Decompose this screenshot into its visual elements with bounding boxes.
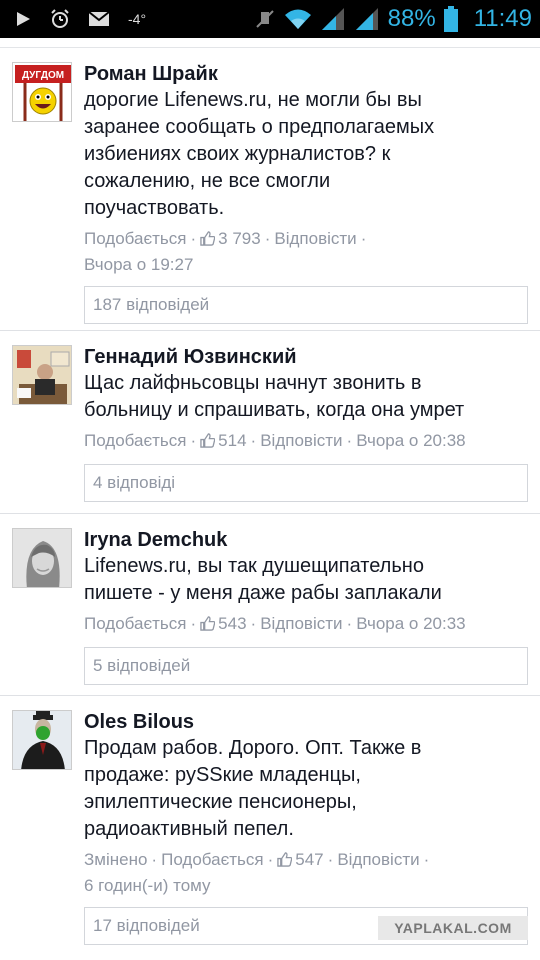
comment-line: радиоактивный пепел.: [84, 818, 294, 840]
comment-feed: ДУГДОМ Роман Шрайк дорогие Lifenews.ru, …: [0, 48, 540, 958]
comment-author[interactable]: Роман Шрайк: [84, 61, 528, 87]
comment-line: продаже: руSSкие младенцы,: [84, 764, 361, 786]
status-bar: -4° 88% 11:49: [0, 0, 540, 38]
comment-line: заранее сообщать о предполагаемых: [84, 116, 435, 138]
comment-meta: Змінено · Подобається · 547 · Відповісти · 6 год…: [84, 850, 430, 895]
like-link[interactable]: Подобається: [84, 614, 187, 633]
comment-line: Продам рабов. Дорого. Опт. Также в: [84, 737, 422, 759]
comment-author[interactable]: Геннадий Юзвинский: [84, 344, 528, 370]
comment-text: Щас лайфньсовцы начнут звонить в больниц…: [84, 370, 528, 424]
comment-text: Продам рабов. Дорого. Опт. Также в прода…: [84, 735, 528, 843]
temperature-text: -4°: [128, 11, 147, 27]
clock: 11:49: [473, 5, 532, 32]
comment-time: Вчора о 20:38: [356, 431, 466, 450]
like-link[interactable]: Подобається: [84, 431, 187, 450]
thumbs-up-icon: [200, 229, 216, 253]
comment-item: Iryna Demchuk Lifenews.ru, вы так душещи…: [0, 514, 540, 696]
comment-time: 6 годин(-и) тому: [84, 876, 211, 895]
comment-line: дорогие Lifenews.ru, не могли бы вы: [84, 89, 422, 111]
mute-icon: [254, 8, 276, 30]
comment-line: избиениях своих журналистов? к: [84, 143, 391, 165]
comment-line: больницу и спрашивать, когда она умрет: [84, 399, 465, 421]
like-count: 3 793: [218, 229, 261, 248]
comment-line: сожалению, не все смогли: [84, 170, 331, 192]
avatar[interactable]: [12, 345, 72, 405]
signal-icon: [354, 7, 380, 31]
reply-link[interactable]: Відповісти: [260, 614, 342, 633]
like-link[interactable]: Подобається: [161, 850, 264, 869]
watermark: YAPLAKAL.COM: [378, 916, 528, 940]
comment-time: Вчора о 20:33: [356, 614, 466, 633]
signal-icon: [320, 7, 346, 31]
comment-author[interactable]: Iryna Demchuk: [84, 527, 528, 553]
comment-item: ДУГДОМ Роман Шрайк дорогие Lifenews.ru, …: [0, 48, 540, 331]
thumbs-up-icon: [200, 614, 216, 638]
like-count: 514: [218, 431, 247, 450]
comment-line: Щас лайфньсовцы начнут звонить в: [84, 372, 422, 394]
edited-label[interactable]: Змінено: [84, 850, 147, 869]
like-count: 547: [295, 850, 324, 869]
thumbs-up-icon: [277, 850, 293, 874]
like-count: 543: [218, 614, 247, 633]
replies-button[interactable]: 5 відповідей: [84, 647, 528, 685]
play-icon: [14, 10, 32, 28]
comment-text: Lifenews.ru, вы так душещипательно пишет…: [84, 553, 528, 607]
comment-time: Вчора о 19:27: [84, 255, 194, 274]
comment-meta: Подобається · 3 793 · Відповісти · Вчора о 19:…: [84, 229, 367, 274]
like-link[interactable]: Подобається: [84, 229, 187, 248]
comment-line: Lifenews.ru, вы так душещипательно: [84, 555, 424, 577]
comment-author[interactable]: Oles Bilous: [84, 709, 528, 735]
comment-line: пишете - у меня даже рабы заплакали: [84, 582, 442, 604]
avatar-logo-text: ДУГДОМ: [22, 70, 64, 81]
replies-button[interactable]: 4 відповіді: [84, 464, 528, 502]
comment-line: эпилептические пенсионеры,: [84, 791, 357, 813]
avatar[interactable]: ДУГДОМ: [12, 62, 72, 122]
alarm-icon: [50, 9, 70, 29]
comment-item: Геннадий Юзвинский Щас лайфньсовцы начну…: [0, 331, 540, 514]
avatar[interactable]: [12, 710, 72, 770]
thumbs-up-icon: [200, 431, 216, 455]
avatar[interactable]: [12, 528, 72, 588]
wifi-icon: [284, 8, 312, 30]
battery-percent: 88%: [387, 5, 436, 32]
battery-icon: [443, 6, 458, 32]
reply-link[interactable]: Відповісти: [274, 229, 356, 248]
comment-text: дорогие Lifenews.ru, не могли бы вы зара…: [84, 87, 528, 222]
reply-link[interactable]: Відповісти: [260, 431, 342, 450]
comment-meta: Подобається · 514 · Відповісти · Вчора о 20:38: [84, 429, 528, 455]
top-divider: [0, 38, 540, 48]
reply-link[interactable]: Відповісти: [337, 850, 419, 869]
comment-meta: Подобається · 543 · Відповісти · Вчора о 20:33: [84, 612, 528, 638]
replies-button[interactable]: 187 відповідей: [84, 286, 528, 324]
comment-line: поучаствовать.: [84, 197, 225, 219]
mail-icon: [88, 11, 110, 27]
